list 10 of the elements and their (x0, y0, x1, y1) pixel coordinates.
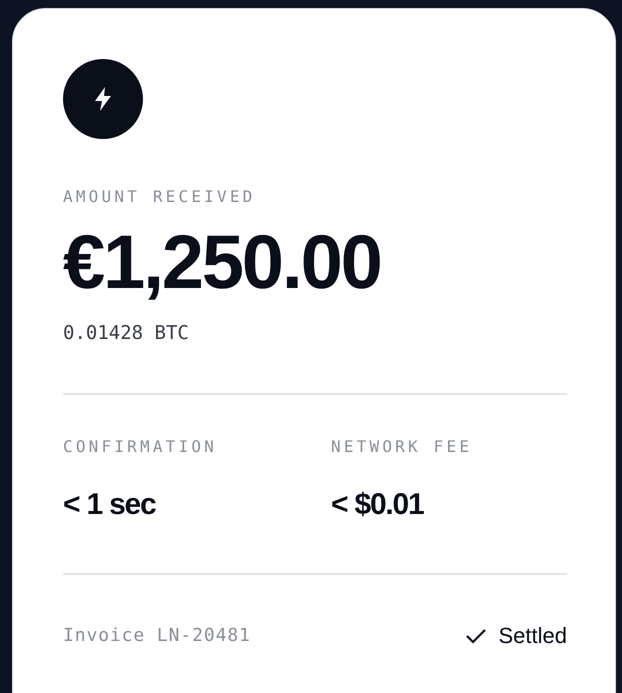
stat-label: CONFIRMATION (63, 437, 218, 457)
stat-label: NETWORK FEE (331, 437, 474, 457)
crypto-amount: 0.01428 BTC (63, 321, 190, 345)
status-text: Settled (498, 622, 567, 650)
stat-value: < $0.01 (331, 487, 425, 523)
amount-value: €1,250.00 (63, 221, 382, 305)
check-icon (464, 628, 486, 644)
invoice-number: Invoice LN-20481 (63, 624, 251, 648)
amount-label: AMOUNT RECEIVED (63, 187, 256, 207)
stat-value: < 1 sec (63, 487, 157, 523)
